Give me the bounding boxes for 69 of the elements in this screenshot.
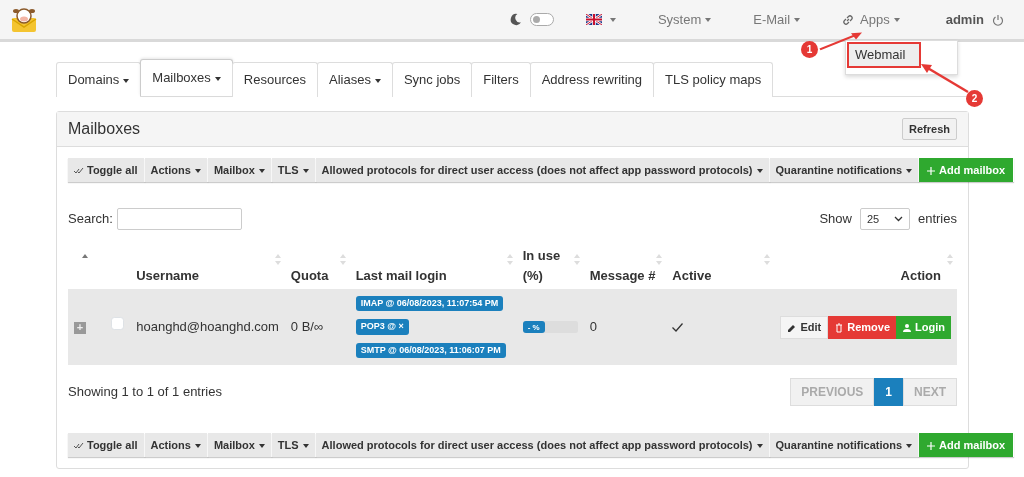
column-header[interactable]: Quota (290, 265, 344, 285)
annotation-marker: 2 (966, 90, 983, 107)
user-name[interactable]: admin (945, 9, 984, 30)
toolbar-button[interactable]: Quarantine notifications (769, 433, 920, 457)
page-button[interactable]: 1 (874, 378, 903, 406)
annotation-arrow (818, 31, 863, 51)
toolbar-button[interactable]: Mailbox (207, 158, 272, 182)
toolbar-button[interactable]: Allowed protocols for direct user access (does not affect app password protocols) (315, 158, 770, 182)
annotation-arrow (920, 62, 970, 94)
nav-menu[interactable]: System (641, 9, 728, 30)
check-icon (74, 167, 84, 175)
tab[interactable]: Domains (56, 62, 142, 97)
quota-cell: 0 B/∞ (290, 319, 324, 335)
flag-icon (585, 14, 602, 25)
search-label: Search: (68, 210, 113, 229)
check-icon (74, 442, 84, 450)
power-icon[interactable] (992, 13, 1004, 26)
login-badge: SMTP @ 06/08/2023, 11:06:07 PM (355, 342, 506, 359)
moon-icon (508, 13, 522, 26)
toolbar-button[interactable]: Toggle all (68, 158, 145, 182)
column-header[interactable]: Username (136, 265, 279, 285)
link-icon (842, 13, 855, 26)
login-badge: POP3 @ × (355, 319, 409, 335)
page-size-select[interactable]: 25 (859, 208, 910, 230)
toolbar-button[interactable]: Allowed protocols for direct user access (does not affect app password protocols) (315, 433, 770, 457)
login-badge: IMAP @ 06/08/2023, 11:07:54 PM (355, 295, 504, 312)
show-label: Show (819, 210, 852, 229)
column-header[interactable]: Message # (589, 265, 661, 285)
toolbar-button[interactable]: Quarantine notifications (769, 158, 920, 182)
annotation-marker: 1 (801, 41, 818, 58)
refresh-button[interactable]: Refresh (902, 117, 957, 141)
tab[interactable]: Resources (231, 62, 318, 97)
toolbar-button[interactable]: TLS (271, 158, 316, 182)
search-field[interactable] (116, 208, 242, 230)
tab[interactable]: Sync jobs (391, 62, 473, 97)
tab[interactable]: Filters (471, 62, 531, 97)
logo-icon[interactable] (10, 5, 38, 34)
action-button[interactable]: Edit (780, 315, 829, 339)
tab[interactable]: Mailboxes (140, 59, 233, 96)
row-checkbox[interactable] (111, 317, 125, 331)
column-header[interactable]: In use (%) (522, 246, 568, 285)
message-count: 0 (589, 319, 597, 335)
action-button[interactable]: Remove (828, 315, 897, 339)
menu-item[interactable]: Webmail (849, 44, 919, 66)
plus-icon (927, 441, 936, 450)
username-cell: hoanghd@hoanghd.com (136, 319, 279, 335)
toolbar-button[interactable]: Toggle all (68, 433, 145, 457)
person-icon (902, 322, 913, 333)
toolbar-button[interactable]: TLS (271, 433, 316, 457)
toolbar-button[interactable]: Mailbox (207, 433, 272, 457)
usage-bar: - % (522, 321, 578, 333)
column-header[interactable]: Last mail login (355, 265, 511, 285)
tab[interactable]: TLS policy maps (653, 62, 774, 97)
tab[interactable]: Address rewriting (529, 62, 655, 97)
plus-icon (927, 166, 936, 175)
column-header[interactable]: Active (672, 265, 769, 285)
toolbar-button[interactable]: Actions (144, 158, 208, 182)
toolbar-button[interactable]: Actions (144, 433, 208, 457)
nav-menu[interactable]: E-Mail (737, 9, 817, 30)
trash-icon (834, 322, 845, 333)
panel-title: Mailboxes (68, 119, 141, 139)
column-header[interactable]: Action (780, 265, 941, 285)
toggle-switch[interactable] (529, 13, 554, 26)
entries-label: entries (917, 210, 957, 229)
pencil-icon (787, 322, 798, 333)
nav-menu[interactable]: Apps (826, 9, 916, 30)
info-text: Showing 1 to 1 of 1 entries (68, 383, 222, 402)
tab[interactable]: Aliases (316, 62, 393, 97)
chevron-icon (893, 216, 903, 222)
